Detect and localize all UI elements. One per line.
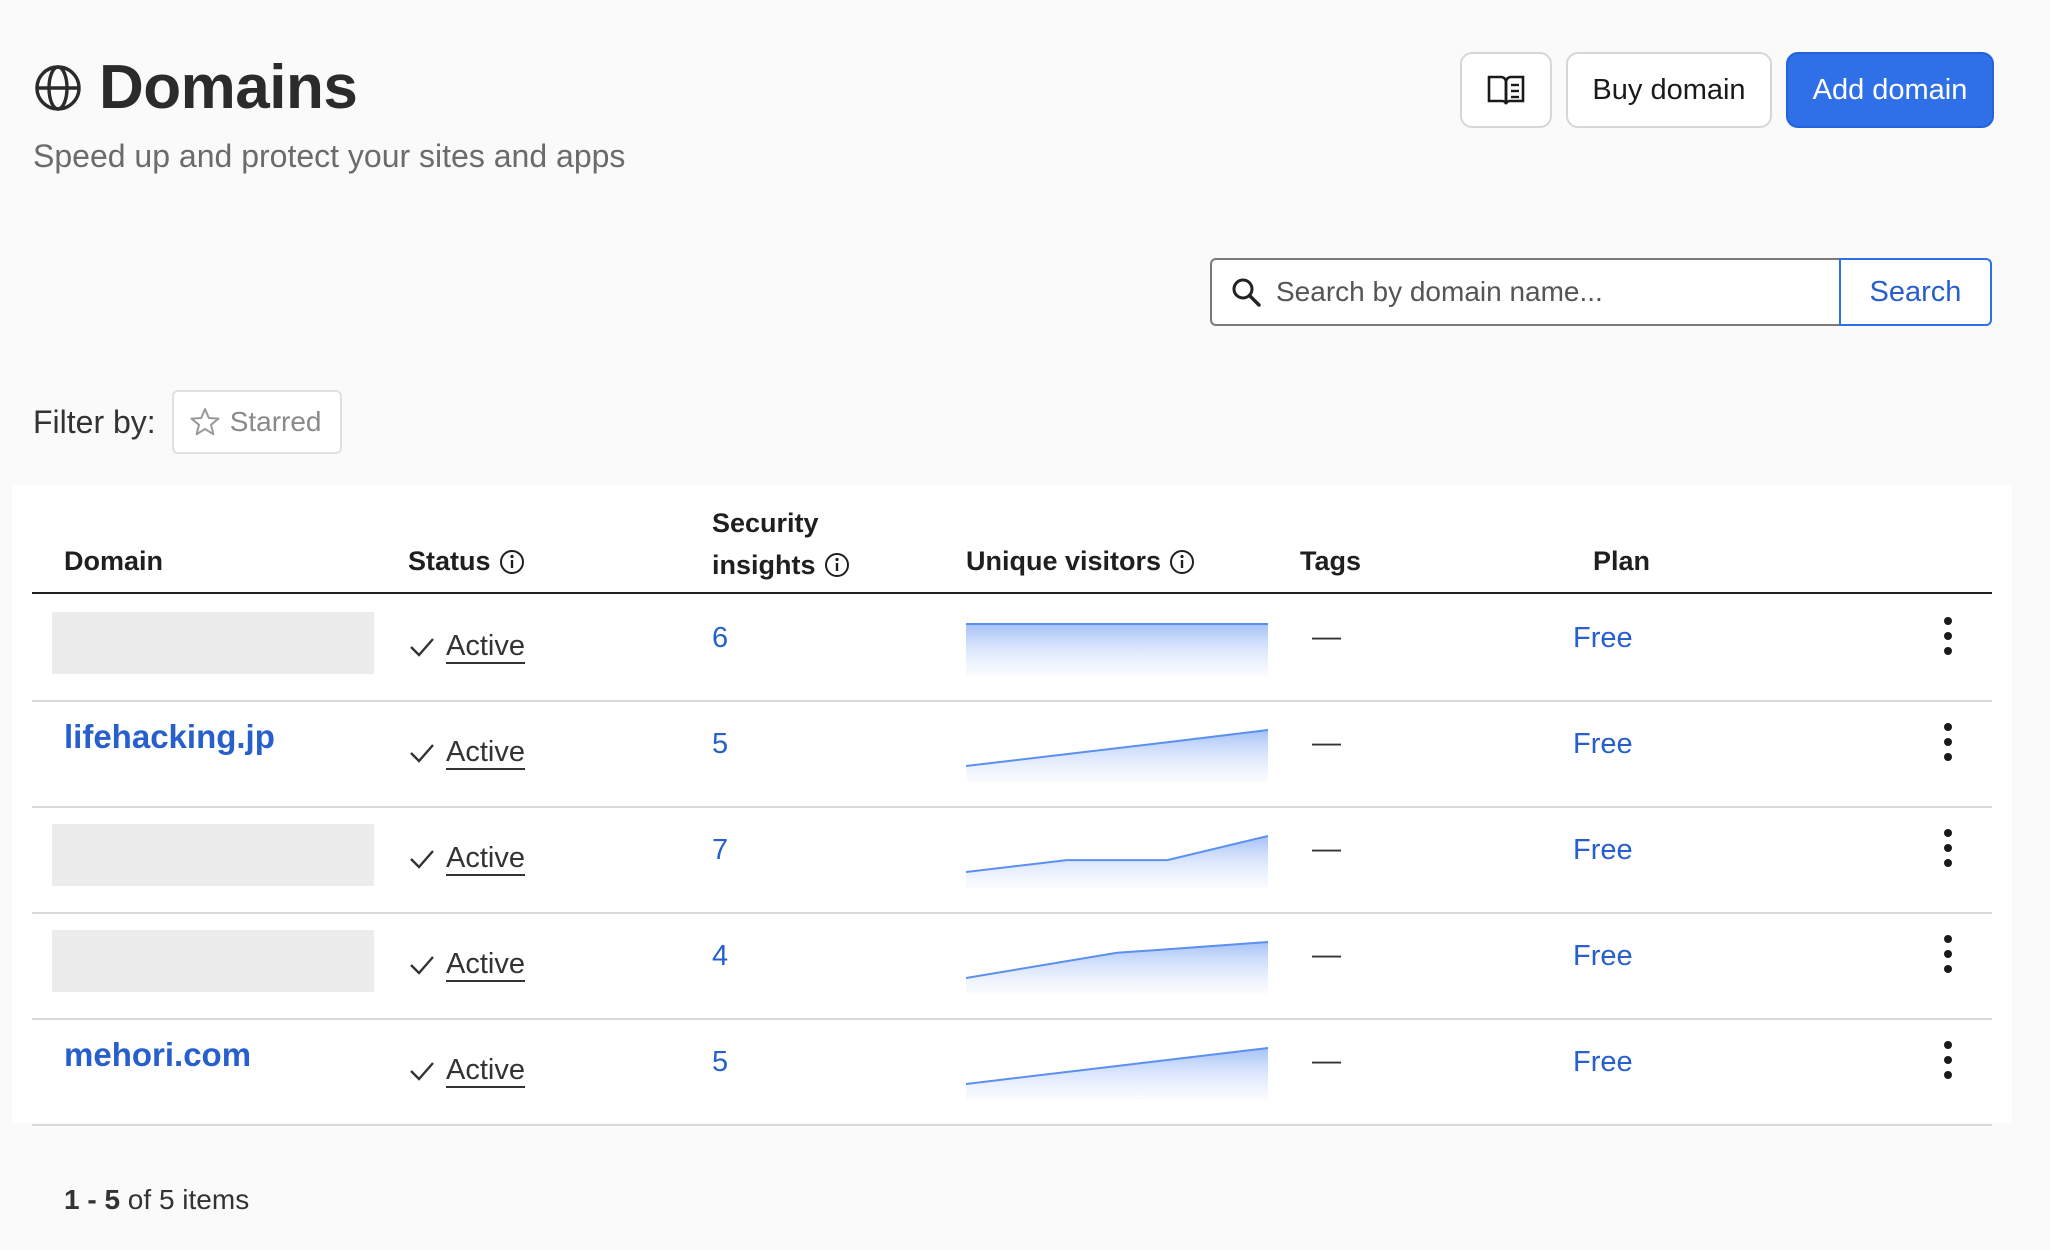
column-header-unique-visitors[interactable]: Unique visitors	[966, 546, 1195, 577]
more-actions-icon[interactable]	[1942, 1040, 1954, 1080]
info-icon[interactable]	[824, 552, 850, 578]
security-insights-link[interactable]: 4	[712, 940, 728, 973]
info-icon[interactable]	[499, 549, 525, 575]
more-actions-icon[interactable]	[1942, 828, 1954, 868]
status-cell: Active	[408, 842, 525, 876]
book-icon	[1487, 75, 1525, 105]
check-icon	[410, 1062, 434, 1081]
tags-cell: —	[1312, 939, 1341, 971]
visitors-sparkline	[966, 835, 1268, 888]
security-insights-link[interactable]: 5	[712, 728, 728, 761]
tags-cell: —	[1312, 1045, 1341, 1077]
column-header-status[interactable]: Status	[408, 546, 525, 577]
info-icon[interactable]	[1169, 549, 1195, 575]
table-row: Active 6 — Free	[32, 594, 1992, 702]
more-actions-icon[interactable]	[1942, 934, 1954, 974]
column-header-tags[interactable]: Tags	[1300, 546, 1361, 577]
check-icon	[410, 638, 434, 657]
security-insights-link[interactable]: 6	[712, 622, 728, 655]
visitors-sparkline	[966, 941, 1268, 994]
domain-placeholder	[52, 824, 374, 886]
visitors-sparkline	[966, 623, 1268, 676]
tags-cell: —	[1312, 833, 1341, 865]
table-row: lifehacking.jp Active 5 — Free	[32, 700, 1992, 808]
pagination-summary: 1 - 5 of 5 items	[64, 1184, 249, 1216]
status-label[interactable]: Active	[446, 948, 525, 982]
sparkline-area	[966, 1048, 1268, 1100]
page-subtitle: Speed up and protect your sites and apps	[33, 138, 626, 174]
status-label[interactable]: Active	[446, 736, 525, 770]
starred-filter-label: Starred	[229, 406, 322, 437]
column-header-domain[interactable]: Domain	[64, 546, 163, 577]
status-cell: Active	[408, 1054, 525, 1088]
star-icon	[190, 408, 220, 436]
add-domain-button[interactable]: Add domain	[1786, 52, 1994, 128]
more-actions-icon[interactable]	[1942, 722, 1954, 762]
status-label[interactable]: Active	[446, 842, 525, 876]
table-header: Domain Status Security insights Unique v…	[32, 486, 1992, 594]
sparkline-area	[966, 624, 1268, 676]
domain-placeholder	[52, 930, 374, 992]
status-cell: Active	[408, 630, 525, 664]
tags-cell: —	[1312, 621, 1341, 653]
security-insights-link[interactable]: 5	[712, 1046, 728, 1079]
globe-icon	[35, 64, 81, 111]
status-cell: Active	[408, 948, 525, 982]
table-row: mehori.com Active 5 — Free	[32, 1018, 1992, 1126]
search-input[interactable]	[1274, 275, 1839, 309]
column-header-plan[interactable]: Plan	[1593, 546, 1650, 577]
search-field-wrapper	[1210, 258, 1839, 326]
table-row: Active 7 — Free	[32, 806, 1992, 914]
domain-link[interactable]: mehori.com	[64, 1036, 251, 1074]
check-icon	[410, 850, 434, 869]
domain-placeholder	[52, 612, 374, 674]
search-button[interactable]: Search	[1839, 258, 1992, 326]
check-icon	[410, 744, 434, 763]
header-actions: Buy domain Add domain	[1460, 52, 1994, 128]
sparkline-area	[966, 836, 1268, 888]
plan-link[interactable]: Free	[1573, 834, 1633, 867]
buy-domain-button[interactable]: Buy domain	[1566, 52, 1772, 128]
page-title: Domains	[99, 53, 358, 122]
pagination-total: of 5 items	[120, 1184, 250, 1215]
status-cell: Active	[408, 736, 525, 770]
plan-link[interactable]: Free	[1573, 622, 1633, 655]
check-icon	[410, 956, 434, 975]
documentation-button[interactable]	[1460, 52, 1552, 128]
pagination-range: 1 - 5	[64, 1184, 121, 1215]
sparkline-area	[966, 942, 1268, 994]
plan-link[interactable]: Free	[1573, 940, 1633, 973]
page-header: Domains	[33, 52, 358, 123]
more-actions-icon[interactable]	[1942, 616, 1954, 656]
domain-link[interactable]: lifehacking.jp	[64, 718, 275, 756]
plan-link[interactable]: Free	[1573, 728, 1633, 761]
domains-table: Domain Status Security insights Unique v…	[12, 486, 2012, 1126]
starred-filter-chip[interactable]: Starred	[171, 390, 342, 454]
status-label[interactable]: Active	[446, 630, 525, 664]
search-icon	[1232, 278, 1261, 307]
filter-label: Filter by:	[33, 403, 156, 440]
table-row: Active 4 — Free	[32, 912, 1992, 1020]
visitors-sparkline	[966, 1047, 1268, 1100]
plan-link[interactable]: Free	[1573, 1046, 1633, 1079]
visitors-sparkline	[966, 729, 1268, 782]
tags-cell: —	[1312, 727, 1341, 759]
filter-row: Filter by: Starred	[33, 390, 342, 454]
search-bar: Search	[1210, 258, 1992, 326]
security-insights-link[interactable]: 7	[712, 834, 728, 867]
status-label[interactable]: Active	[446, 1054, 525, 1088]
sparkline-area	[966, 730, 1268, 782]
column-header-security-insights[interactable]: Security insights	[712, 502, 850, 586]
